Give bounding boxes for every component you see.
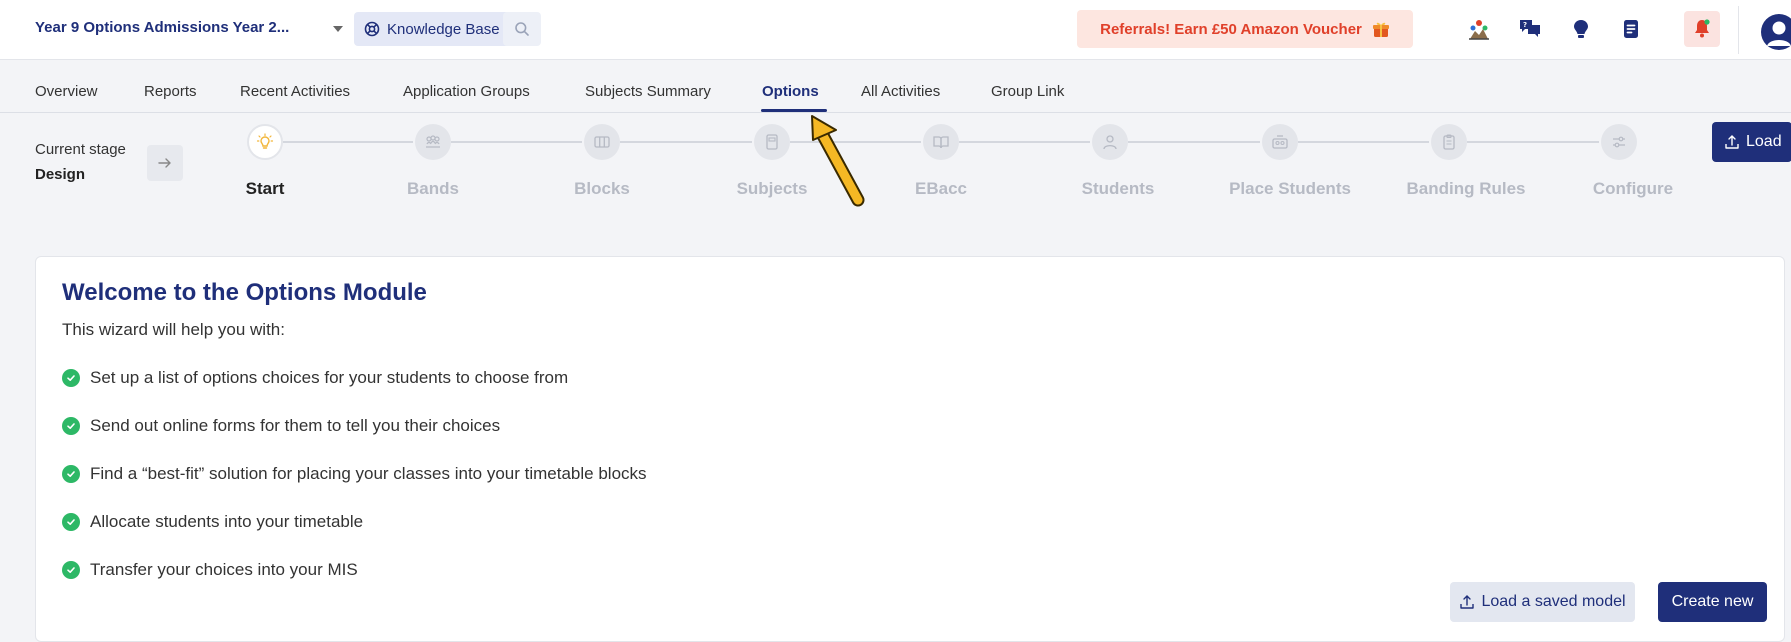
step-connector xyxy=(790,141,921,143)
arrow-right-icon xyxy=(158,158,171,168)
knowledge-base-button[interactable]: Knowledge Base xyxy=(354,12,523,46)
create-new-button[interactable]: Create new xyxy=(1658,582,1767,622)
user-icon xyxy=(1103,135,1117,150)
step-start[interactable] xyxy=(247,124,283,160)
step-bands[interactable] xyxy=(415,124,451,160)
step-label-configure[interactable]: Configure xyxy=(1593,179,1673,199)
step-label-bands[interactable]: Bands xyxy=(407,179,459,199)
feature-list-item: Send out online forms for them to tell y… xyxy=(62,416,500,436)
step-place-students[interactable] xyxy=(1262,124,1298,160)
notes-icon[interactable] xyxy=(1616,14,1646,44)
check-circle-icon xyxy=(62,561,80,579)
step-subjects[interactable] xyxy=(754,124,790,160)
check-circle-icon xyxy=(62,417,80,435)
chat-icon[interactable]: ? xyxy=(1515,14,1545,44)
gift-icon xyxy=(1372,22,1389,37)
sliders-icon xyxy=(1613,136,1625,148)
context-dropdown[interactable]: Year 9 Options Admissions Year 2... xyxy=(35,19,289,36)
check-circle-icon xyxy=(62,465,80,483)
step-configure[interactable] xyxy=(1601,124,1637,160)
referral-button[interactable]: Referrals! Earn £50 Amazon Voucher xyxy=(1077,10,1413,48)
top-bar: Year 9 Options Admissions Year 2... Know… xyxy=(0,0,1791,60)
divider xyxy=(1738,6,1739,54)
feature-list-item: Set up a list of options choices for you… xyxy=(62,368,568,388)
feature-text: Allocate students into your timetable xyxy=(90,512,364,531)
step-label-start[interactable]: Start xyxy=(246,179,285,199)
step-blocks[interactable] xyxy=(584,124,620,160)
step-connector xyxy=(451,141,582,143)
active-tab-indicator xyxy=(761,109,827,112)
feature-text: Set up a list of options choices for you… xyxy=(90,368,569,387)
lightbulb-icon xyxy=(256,133,274,149)
open-book-icon xyxy=(933,136,949,149)
people-icon xyxy=(426,135,440,148)
feature-text: Find a “best-fit” solution for placing y… xyxy=(90,464,647,483)
feature-list-item: Find a “best-fit” solution for placing y… xyxy=(62,464,647,484)
current-stage-value: Design xyxy=(35,166,86,183)
knowledge-base-label: Knowledge Base xyxy=(387,20,500,38)
tab-all-activities[interactable]: All Activities xyxy=(861,83,940,100)
step-label-subjects[interactable]: Subjects xyxy=(737,179,808,199)
welcome-title: Welcome to the Options Module xyxy=(62,279,427,306)
community-icon[interactable] xyxy=(1464,14,1494,44)
current-stage-label: Current stage xyxy=(35,141,126,158)
feature-text: Transfer your choices into your MIS xyxy=(90,560,358,579)
search-icon xyxy=(515,22,529,36)
tab-options[interactable]: Options xyxy=(762,83,819,100)
tab-recent-activities[interactable]: Recent Activities xyxy=(240,83,350,100)
load-button[interactable]: Load xyxy=(1712,122,1791,162)
svg-text:?: ? xyxy=(1523,21,1527,29)
step-label-students[interactable]: Students xyxy=(1082,179,1155,199)
lifebuoy-icon xyxy=(364,21,380,37)
book-icon xyxy=(766,134,778,150)
feature-list-item: Allocate students into your timetable xyxy=(62,512,363,532)
next-stage-button[interactable] xyxy=(147,145,183,181)
step-connector xyxy=(959,141,1090,143)
step-connector xyxy=(620,141,752,143)
step-connector xyxy=(1128,141,1260,143)
step-students[interactable] xyxy=(1092,124,1128,160)
step-label-banding-rules[interactable]: Banding Rules xyxy=(1406,179,1525,199)
classroom-icon xyxy=(1272,135,1288,149)
referral-label: Referrals! Earn £50 Amazon Voucher xyxy=(1100,20,1362,38)
lightbulb-icon[interactable] xyxy=(1566,14,1596,44)
step-ebacc[interactable] xyxy=(923,124,959,160)
bell-icon xyxy=(1695,19,1710,38)
check-circle-icon xyxy=(62,513,80,531)
tab-subjects-summary[interactable]: Subjects Summary xyxy=(585,83,711,100)
search-button[interactable] xyxy=(503,12,541,46)
step-label-place-students[interactable]: Place Students xyxy=(1229,179,1351,199)
step-label-ebacc[interactable]: EBacc xyxy=(915,179,967,199)
upload-icon xyxy=(1460,595,1475,609)
upload-icon xyxy=(1725,135,1739,149)
welcome-intro: This wizard will help you with: xyxy=(62,320,285,339)
notifications-button[interactable] xyxy=(1684,11,1720,47)
welcome-card: Welcome to the Options Module This wizar… xyxy=(35,256,1785,642)
clipboard-icon xyxy=(1443,134,1455,150)
step-connector xyxy=(1298,141,1429,143)
feature-text: Send out online forms for them to tell y… xyxy=(90,416,501,435)
tab-group-link[interactable]: Group Link xyxy=(991,83,1064,100)
check-circle-icon xyxy=(62,369,80,387)
tab-reports[interactable]: Reports xyxy=(144,83,197,100)
step-connector xyxy=(283,141,413,143)
tab-overview[interactable]: Overview xyxy=(35,83,98,100)
module-tabs: Overview Reports Recent Activities Appli… xyxy=(0,61,1791,113)
chevron-down-icon[interactable] xyxy=(333,26,343,32)
step-banding-rules[interactable] xyxy=(1431,124,1467,160)
tab-application-groups[interactable]: Application Groups xyxy=(403,83,530,100)
step-label-blocks[interactable]: Blocks xyxy=(574,179,630,199)
load-saved-model-button[interactable]: Load a saved model xyxy=(1450,582,1635,622)
step-connector xyxy=(1467,141,1599,143)
load-button-label: Load xyxy=(1746,133,1782,150)
columns-icon xyxy=(594,136,610,148)
feature-list-item: Transfer your choices into your MIS xyxy=(62,560,358,580)
user-avatar-icon[interactable] xyxy=(1761,14,1791,50)
load-saved-model-label: Load a saved model xyxy=(1481,593,1626,610)
